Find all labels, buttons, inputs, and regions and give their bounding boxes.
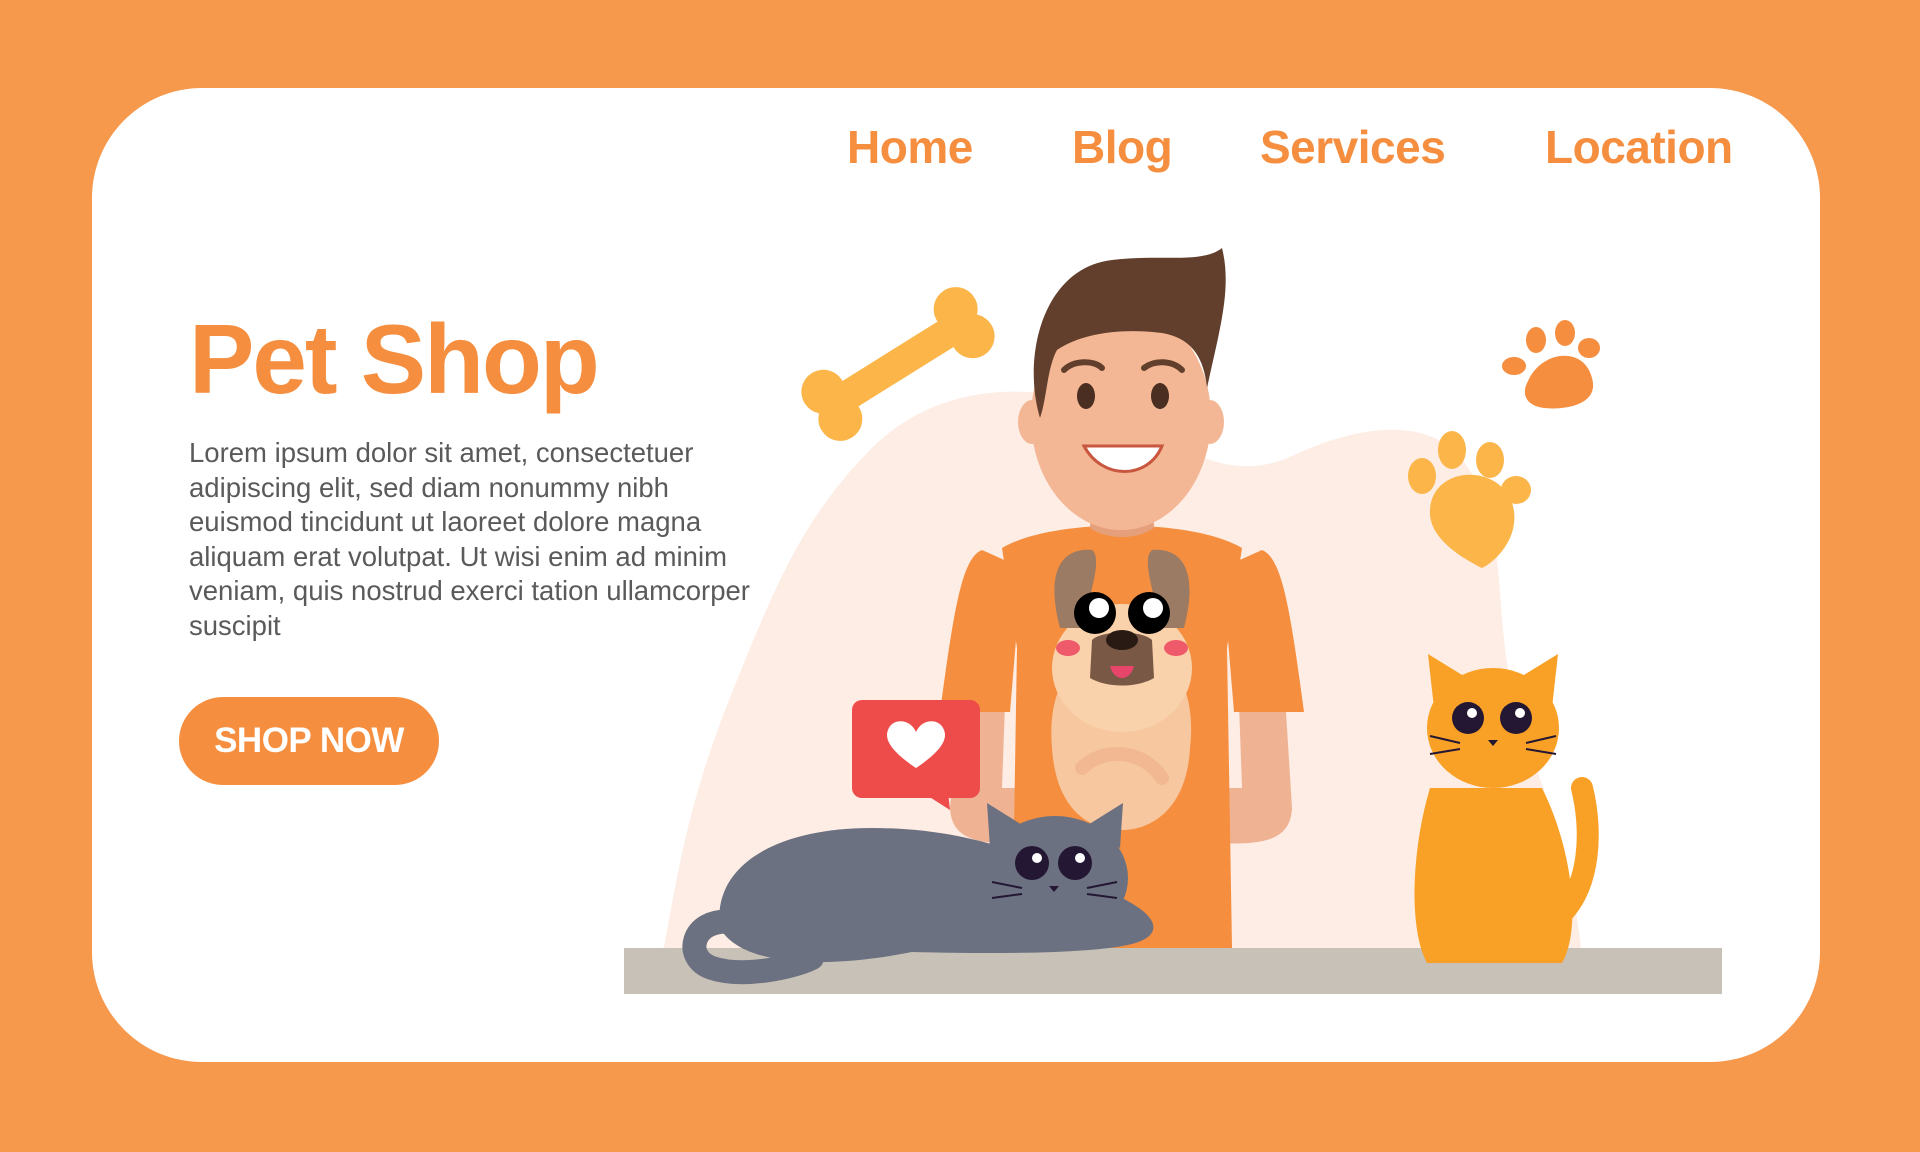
landing-card: Home Blog Services Location Pet Shop Lor… [92, 88, 1820, 1062]
hero-illustration [624, 248, 1722, 994]
heart-speech-bubble-icon [852, 700, 980, 810]
paw-print-icon [1502, 320, 1600, 409]
orange-cat [1414, 654, 1599, 963]
